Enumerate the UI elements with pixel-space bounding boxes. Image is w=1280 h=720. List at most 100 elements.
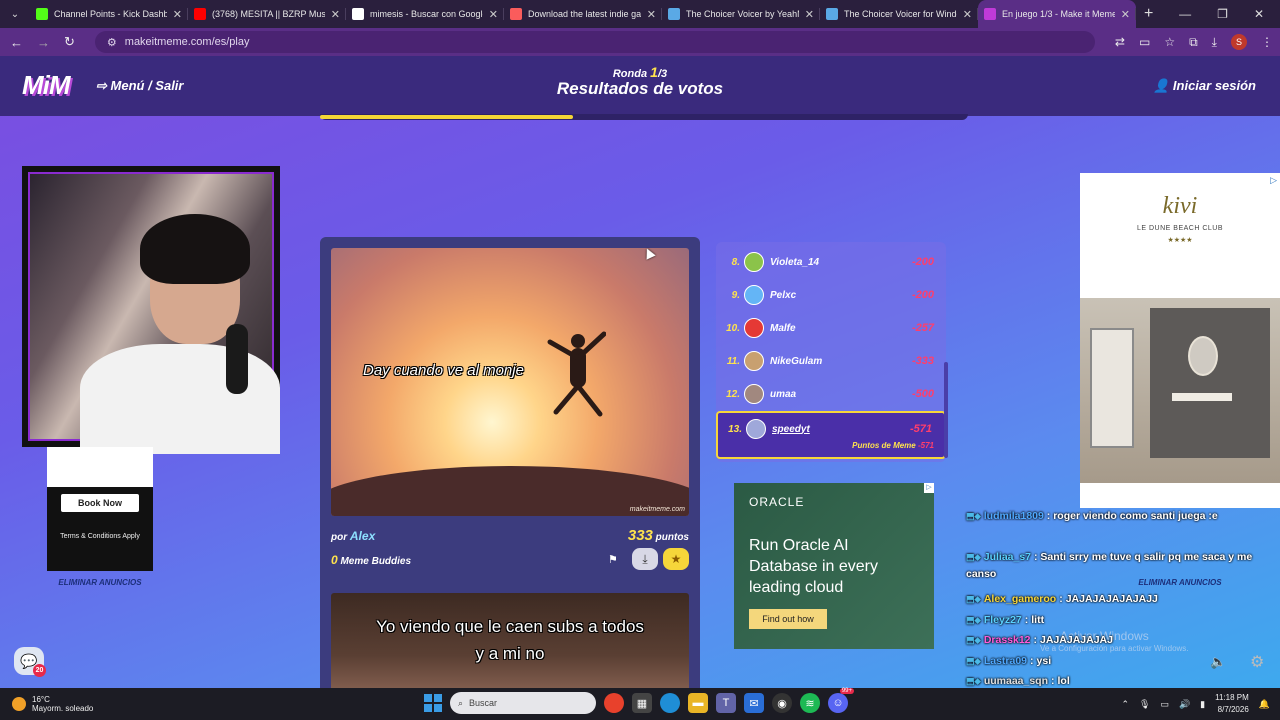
file-explorer-icon[interactable]: ▬ <box>688 693 708 713</box>
weather-widget[interactable]: 16°C Mayorm. soleado <box>0 695 200 713</box>
volume-icon[interactable]: 🔊 <box>1179 699 1190 710</box>
settings-gear-icon[interactable]: ⚙ <box>1250 652 1264 672</box>
leaderboard-rank: 13. <box>728 423 742 435</box>
tab-close-icon[interactable]: ✕ <box>647 8 656 21</box>
restore-icon[interactable]: ❐ <box>1217 7 1228 21</box>
chat-separator: : <box>1059 593 1063 605</box>
chat-message: ⬒⬥ ludmila1809 : roger viendo como santi… <box>966 508 1278 525</box>
taskbar-search[interactable]: ⌕ Buscar <box>450 692 596 714</box>
tab-close-icon[interactable]: ✕ <box>489 8 498 21</box>
new-tab-icon[interactable]: + <box>1144 5 1153 23</box>
chat-username[interactable]: Lastra09 <box>984 652 1027 671</box>
taskbar-apps: ⌕ Buscar ▦ ▬ T ✉ ◉ ≋ ☺ 99+ <box>424 688 854 714</box>
report-flag-icon[interactable]: ⚑ <box>608 553 618 566</box>
toolbar-actions: ⇄ ▭ ☆ ⧉ ⤓ S ⋮ <box>1115 34 1273 50</box>
url-field[interactable]: ⚙ makeitmeme.com/es/play <box>94 31 1095 53</box>
mail-icon[interactable]: ✉ <box>744 693 764 713</box>
browser-tab[interactable]: (3768) MESITA || BZRP Music Se... ✕ <box>188 0 346 28</box>
chat-username[interactable]: Juliaa_s7 <box>984 551 1031 563</box>
chat-username[interactable]: Drassk12 <box>984 631 1031 650</box>
player-score: -333 <box>911 355 934 367</box>
speaker-icon[interactable]: 🔈 <box>1210 654 1226 670</box>
chat-username[interactable]: Fleyz27 <box>984 611 1022 630</box>
chrome-icon[interactable] <box>604 693 624 713</box>
chat-message: ⬒⬥ Alex_gameroo : JAJAJAJAJAJAJJ <box>966 590 1278 609</box>
back-icon[interactable]: ← <box>10 35 23 50</box>
windows-start-icon[interactable] <box>424 694 442 712</box>
browser-tab[interactable]: En juego 1/3 - Make it Meme ✕ <box>978 0 1136 28</box>
cast-icon[interactable]: ▭ <box>1139 35 1150 49</box>
tab-title: The Choicer Voicer by YeahMay... <box>686 9 799 19</box>
edge-icon[interactable] <box>660 693 680 713</box>
notification-bell-icon[interactable]: 🔔 <box>1259 699 1270 710</box>
leaderboard-scrollbar[interactable] <box>944 362 948 458</box>
bookmark-star-icon[interactable]: ☆ <box>1164 35 1175 49</box>
oracle-ad[interactable]: ▷ ORACLE Run Oracle AI Database in every… <box>734 483 934 649</box>
close-window-icon[interactable]: ✕ <box>1254 7 1264 21</box>
player-name: Violeta_14 <box>770 256 820 268</box>
tab-title: mimesis - Buscar con Google <box>370 9 483 19</box>
browser-tab[interactable]: Download the latest indie game... ✕ <box>504 0 662 28</box>
tab-title: En juego 1/3 - Make it Meme <box>1002 9 1115 19</box>
tab-close-icon[interactable]: ✕ <box>963 8 972 21</box>
chat-username[interactable]: Alex_gameroo <box>984 590 1056 609</box>
system-tray: ⌃ 🎙 ▭ 🔊 ▮ 11:18 PM 8/7/2026 🔔 <box>1121 688 1270 720</box>
battery-icon[interactable]: ▮ <box>1200 699 1205 710</box>
favorite-button[interactable]: ★ <box>663 548 689 570</box>
teams-icon[interactable]: T <box>716 693 736 713</box>
left-ad[interactable]: Book Now Terms & Conditions Apply <box>47 447 153 571</box>
right-ad[interactable]: ▷ kivi LE DUNE BEACH CLUB ★★★★ <box>1080 173 1280 508</box>
meme-buddies: 0 Meme Buddies <box>331 553 411 567</box>
store-icon[interactable]: ▦ <box>632 693 652 713</box>
book-now-button[interactable]: Book Now <box>61 494 139 512</box>
tab-search-icon[interactable]: ⌄ <box>0 9 30 20</box>
chat-username[interactable]: ludmila1809 <box>984 510 1044 522</box>
save-icon: ⤓ <box>642 551 648 566</box>
tab-close-icon[interactable]: ✕ <box>331 8 340 21</box>
meme-points-value: -571 <box>917 441 934 450</box>
player-name: Malfe <box>770 322 796 334</box>
tab-close-icon[interactable]: ✕ <box>805 8 814 21</box>
player-score: -571 <box>909 423 932 435</box>
browser-menu-icon[interactable]: ⋮ <box>1261 35 1273 49</box>
chat-message: ⬒⬥ Drassk12 : JAJAJAJAJAJ <box>966 631 1278 650</box>
minimize-icon[interactable]: — <box>1179 7 1191 21</box>
player-avatar <box>744 285 764 305</box>
ad-choices-icon-right[interactable]: ▷ <box>1270 175 1277 186</box>
find-out-how-button[interactable]: Find out how <box>749 609 827 629</box>
reload-icon[interactable]: ↻ <box>64 34 75 50</box>
forward-icon[interactable]: → <box>37 35 50 50</box>
download-icon[interactable]: ⤓ <box>1212 35 1217 50</box>
remove-ads-link-left[interactable]: ELIMINAR ANUNCIOS <box>47 578 153 587</box>
leaderboard: 8. Violeta_14 -200 9. Pelxc -200 10. Malfe -257 1… <box>716 242 946 462</box>
spotify-icon[interactable]: ≋ <box>800 693 820 713</box>
ad-choices-icon[interactable]: ▷ <box>924 483 934 493</box>
meme-caption: Day cuando ve al monje <box>363 362 524 379</box>
profile-avatar[interactable]: S <box>1230 34 1247 50</box>
url-text: makeitmeme.com/es/play <box>124 36 250 48</box>
browser-tab-strip: ⌄ Channel Points - Kick Dashbo...✕(3768)… <box>0 0 1280 28</box>
leaderboard-row: 9. Pelxc -200 <box>716 279 946 311</box>
tab-close-icon[interactable]: ✕ <box>1121 8 1130 21</box>
tray-chevron-icon[interactable]: ⌃ <box>1121 699 1129 710</box>
site-info-icon[interactable]: ⚙ <box>107 36 117 49</box>
left-ad-image <box>47 447 153 487</box>
login-link[interactable]: 👤 Iniciar sesión <box>1153 78 1256 94</box>
vote-progress-bar <box>320 114 968 120</box>
save-meme-button[interactable]: ⤓ <box>632 548 658 570</box>
tab-close-icon[interactable]: ✕ <box>173 8 182 21</box>
discord-icon[interactable]: ☺ 99+ <box>828 688 854 713</box>
browser-tab[interactable]: Channel Points - Kick Dashbo... ✕ <box>30 0 188 28</box>
obs-icon[interactable]: ◉ <box>772 693 792 713</box>
browser-tab[interactable]: The Choicer Voicer for Windows... ✕ <box>820 0 978 28</box>
browser-tab[interactable]: The Choicer Voicer by YeahMay... ✕ <box>662 0 820 28</box>
translate-icon[interactable]: ⇄ <box>1115 35 1125 49</box>
browser-tab[interactable]: mimesis - Buscar con Google ✕ <box>346 0 504 28</box>
chat-username[interactable]: uumaaa_sqn <box>984 672 1048 688</box>
chat-count-badge: 20 <box>33 664 46 677</box>
network-icon[interactable]: ▭ <box>1160 699 1169 710</box>
taskbar-clock[interactable]: 11:18 PM 8/7/2026 <box>1215 692 1249 716</box>
tray-mic-icon[interactable]: 🎙 <box>1139 699 1150 710</box>
extensions-icon[interactable]: ⧉ <box>1189 35 1198 50</box>
chat-bubble-button[interactable]: 💬 20 <box>14 647 46 677</box>
